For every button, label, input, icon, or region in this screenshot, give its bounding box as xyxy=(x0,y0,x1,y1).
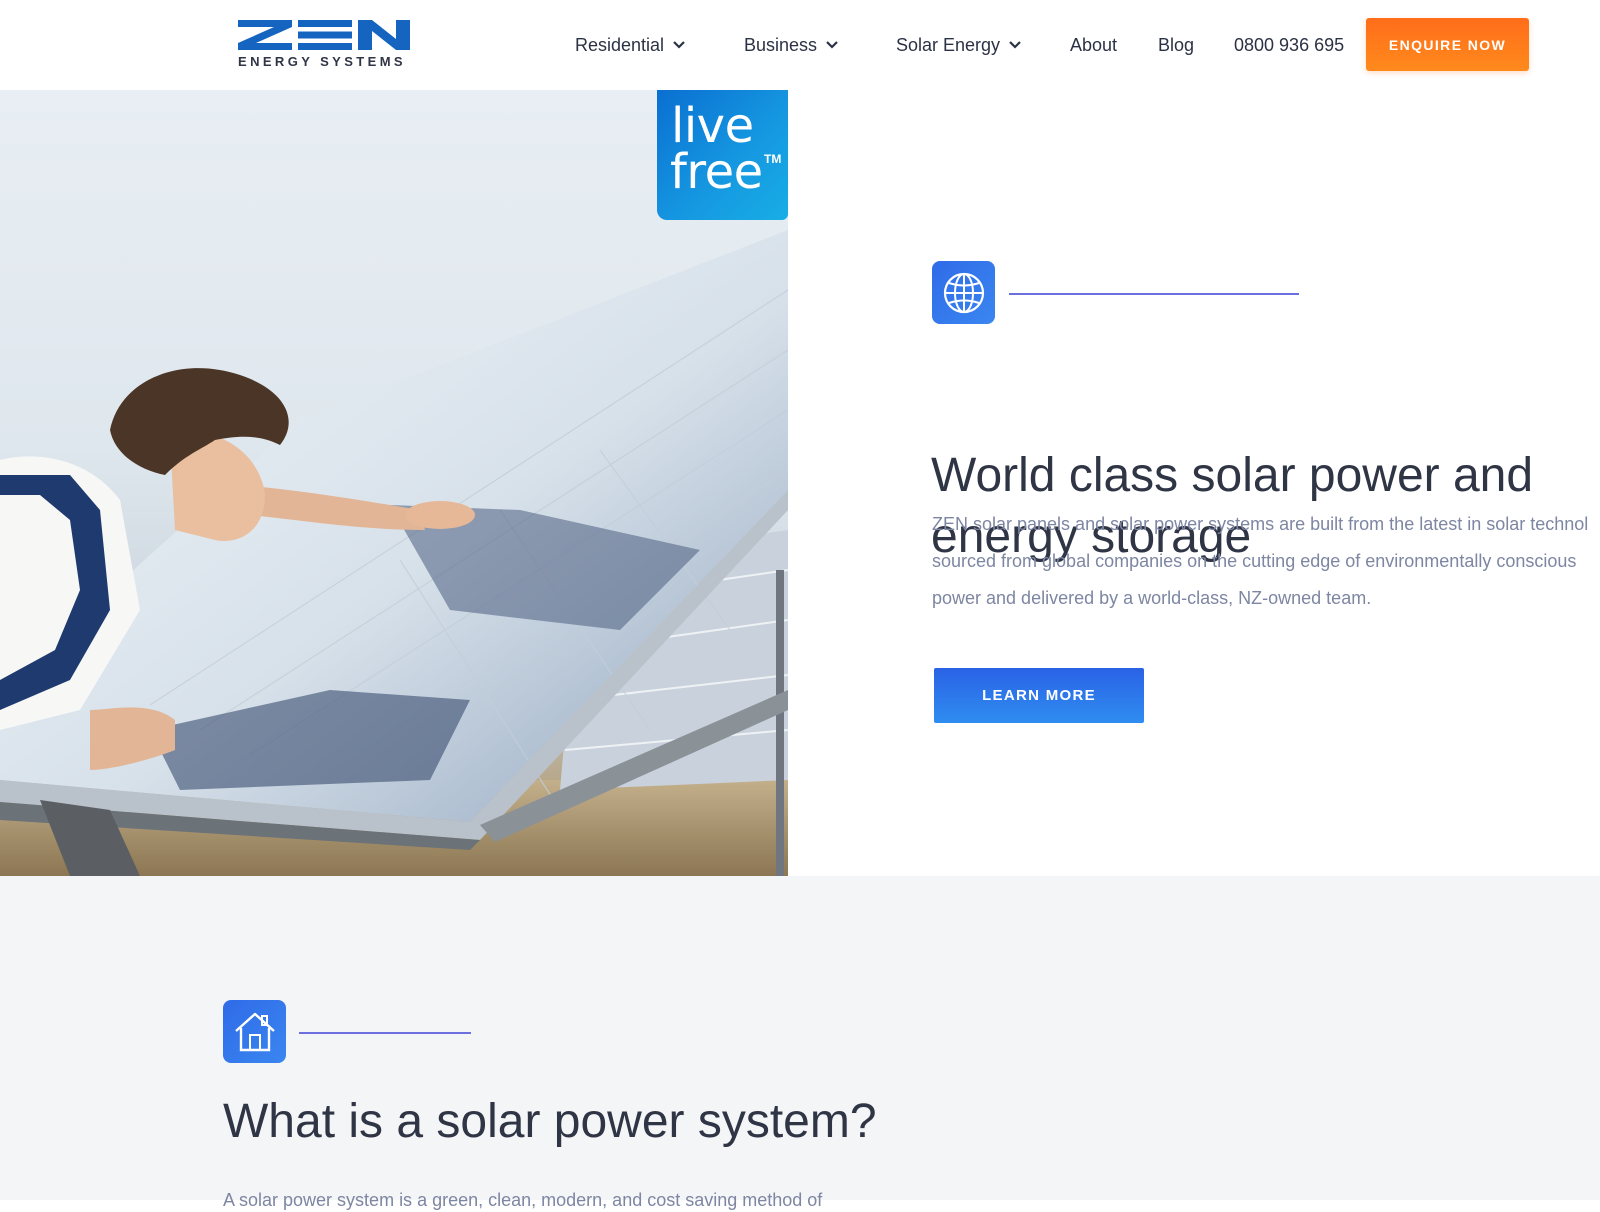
phone-number: 0800 936 695 xyxy=(1234,34,1345,55)
nav-about[interactable]: About xyxy=(1070,33,1117,57)
nav-blog-label: Blog xyxy=(1158,34,1195,55)
hero-description-line-1: ZEN solar panels and solar power systems… xyxy=(932,514,1589,534)
zen-logo-mark xyxy=(238,20,410,50)
nav-solar-energy-label: Solar Energy xyxy=(896,34,1001,55)
site-header: ENERGY SYSTEMS Residential Business Sola… xyxy=(0,0,1600,90)
nav-blog[interactable]: Blog xyxy=(1158,33,1194,57)
accent-divider xyxy=(1009,293,1299,295)
hero-description-line-2: sourced from global companies on the cut… xyxy=(932,551,1577,571)
badge-trademark: TM xyxy=(764,152,782,166)
nav-business[interactable]: Business xyxy=(744,33,839,57)
nav-residential-label: Residential xyxy=(575,34,665,55)
badge-line-free: free xyxy=(670,144,763,200)
home-icon xyxy=(234,1012,275,1051)
hero-section: live free TM World class solar power and… xyxy=(0,90,1600,876)
badge-line-live: live xyxy=(671,98,754,154)
accent-divider xyxy=(299,1032,471,1034)
enquire-now-button[interactable]: ENQUIRE NOW xyxy=(1366,18,1529,71)
globe-icon xyxy=(943,272,984,313)
phone-link[interactable]: 0800 936 695 xyxy=(1234,33,1344,57)
chevron-down-icon xyxy=(673,41,685,49)
nav-business-label: Business xyxy=(744,34,818,55)
what-is-solar-section: What is a solar power system? A solar po… xyxy=(0,876,1600,1210)
section2-text: A solar power system is a green, clean, … xyxy=(223,1190,823,1210)
zen-logo[interactable]: ENERGY SYSTEMS xyxy=(238,20,413,72)
chevron-down-icon xyxy=(1009,41,1021,49)
hero-description-line-3: power and delivered by a world-class, NZ… xyxy=(932,588,1372,608)
hero-description: ZEN solar panels and solar power systems… xyxy=(932,506,1600,617)
learn-more-button[interactable]: LEARN MORE xyxy=(934,668,1144,723)
home-icon-tile xyxy=(223,1000,286,1063)
hero-image-solar-worker: live free TM xyxy=(0,90,788,876)
globe-icon-tile xyxy=(932,261,995,324)
nav-about-label: About xyxy=(1070,34,1118,55)
section2-title: What is a solar power system? xyxy=(223,1095,877,1148)
logo-subtitle: ENERGY SYSTEMS xyxy=(238,54,407,69)
live-free-badge: live free TM xyxy=(657,90,788,220)
nav-solar-energy[interactable]: Solar Energy xyxy=(896,33,1022,57)
hero-title-line-1: World class solar power and xyxy=(931,449,1534,502)
chevron-down-icon xyxy=(826,41,838,49)
nav-residential[interactable]: Residential xyxy=(575,33,686,57)
